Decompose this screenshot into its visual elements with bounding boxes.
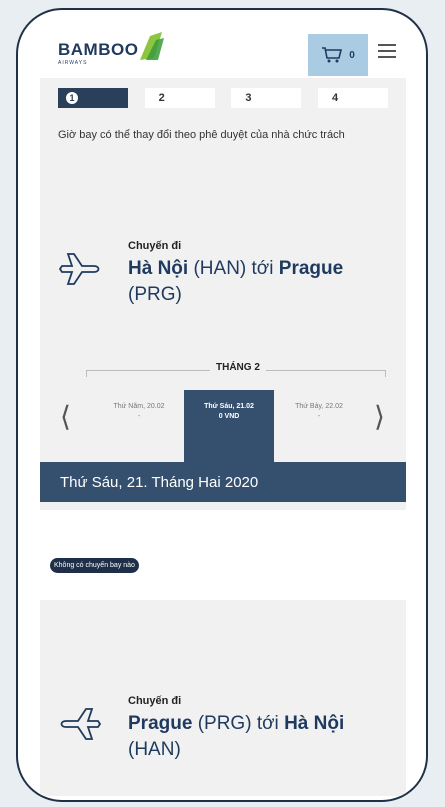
outbound-origin-city: Hà Nội — [128, 258, 189, 279]
step-1-number: 1 — [66, 92, 78, 104]
outbound-flight: Chuyến đi Hà Nội (HAN) tới Prague (PRG) — [58, 240, 388, 340]
outbound-origin-code: (HAN) — [193, 258, 247, 279]
progress-steps: 1 2 3 4 — [40, 88, 406, 110]
cart-icon — [322, 47, 343, 63]
date-selector: ⟨ Thứ Năm, 20.02 - Thứ Sáu, 21.02 0 VND … — [40, 390, 406, 462]
return-connector: tới — [256, 713, 279, 734]
date-price: 0 VND — [218, 413, 240, 420]
date-option-selected[interactable]: Thứ Sáu, 21.02 0 VND — [184, 390, 274, 462]
hamburger-menu-icon[interactable] — [378, 40, 396, 58]
date-option-next[interactable]: Thứ Bảy, 22.02 - — [274, 402, 364, 422]
logo-text[interactable]: BAMBOO — [58, 40, 138, 60]
outbound-connector: tới — [251, 258, 274, 279]
date-option-prev[interactable]: Thứ Năm, 20.02 - — [94, 402, 184, 422]
outbound-dest-city: Prague — [278, 258, 344, 279]
cart-count: 0 — [349, 49, 355, 61]
phone-frame: BAMBOO AIRWAYS 0 1 2 3 4 Giờ bay có thể … — [16, 8, 428, 802]
step-4[interactable]: 4 — [317, 88, 388, 108]
next-date-arrow-icon[interactable]: ⟩ — [374, 400, 385, 433]
outbound-dest-code: (PRG) — [128, 284, 182, 305]
return-origin-city: Prague — [128, 713, 193, 734]
logo-subtext: AIRWAYS — [58, 60, 88, 66]
schedule-notice: Giờ bay có thể thay đổi theo phê duyệt c… — [58, 129, 345, 141]
no-flights-badge: Không có chuyến bay nào — [50, 558, 139, 573]
return-label: Chuyến đi — [128, 695, 182, 707]
month-label: THÁNG 2 — [210, 362, 266, 373]
date-label: Thứ Sáu, 21.02 — [204, 403, 254, 410]
date-label: Thứ Năm, 20.02 — [113, 403, 165, 410]
step-1[interactable]: 1 — [58, 88, 128, 108]
return-route: Prague (PRG) tới Hà Nội (HAN) — [128, 711, 388, 763]
selected-date-banner: Thứ Sáu, 21. Tháng Hai 2020 — [40, 462, 406, 502]
prev-date-arrow-icon[interactable]: ⟨ — [60, 400, 71, 433]
return-origin-code: (PRG) — [197, 713, 252, 734]
step-3-number: 3 — [245, 92, 252, 104]
step-3[interactable]: 3 — [231, 88, 302, 108]
header: BAMBOO AIRWAYS 0 — [40, 20, 406, 78]
step-4-number: 4 — [331, 92, 339, 104]
step-2[interactable]: 2 — [144, 88, 215, 108]
date-price: - — [317, 413, 321, 420]
plane-departure-icon — [58, 253, 100, 285]
return-flight: Chuyến đi Prague (PRG) tới Hà Nội (HAN) — [58, 695, 388, 795]
return-dest-city: Hà Nội — [284, 713, 345, 734]
outbound-label: Chuyến đi — [128, 240, 182, 252]
bamboo-leaf-icon — [140, 32, 164, 60]
flight-results-panel — [40, 510, 406, 600]
plane-return-icon — [60, 708, 102, 740]
cart-button[interactable]: 0 — [308, 34, 368, 76]
step-2-number: 2 — [158, 92, 165, 104]
return-dest-code: (HAN) — [128, 739, 181, 760]
app-screen: BAMBOO AIRWAYS 0 1 2 3 4 Giờ bay có thể … — [40, 20, 406, 796]
date-label: Thứ Bảy, 22.02 — [295, 403, 343, 410]
outbound-route: Hà Nội (HAN) tới Prague (PRG) — [128, 256, 388, 308]
date-price: - — [137, 413, 141, 420]
